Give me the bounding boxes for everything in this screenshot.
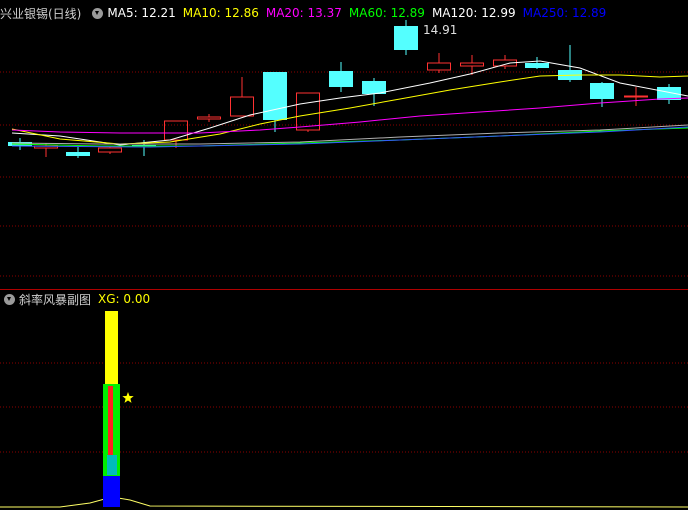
chevron-down-icon[interactable] bbox=[4, 293, 15, 305]
subchart-header: 斜率风暴副图 XG: 0.00 bbox=[0, 291, 157, 307]
chevron-down-icon[interactable] bbox=[92, 7, 104, 19]
ma250-label: MA250: 12.89 bbox=[522, 6, 607, 20]
blue-bar bbox=[103, 476, 120, 507]
high-price-label: 14.91 bbox=[423, 23, 458, 37]
ma5-label: MA5: 12.21 bbox=[107, 6, 176, 20]
stock-title: 兴业银锡(日线) bbox=[0, 6, 82, 21]
ma20-label: MA20: 13.37 bbox=[265, 6, 342, 20]
xg-label: XG: 0.00 bbox=[98, 292, 151, 306]
ma60-label: MA60: 12.89 bbox=[348, 6, 425, 20]
main-chart-header: 兴业银锡(日线) MA5: 12.21 MA10: 12.86 MA20: 13… bbox=[0, 5, 613, 21]
cyan-bar bbox=[107, 455, 117, 475]
subchart-title: 斜率风暴副图 bbox=[19, 292, 92, 307]
star-icon bbox=[122, 392, 134, 403]
red-bar bbox=[108, 386, 113, 456]
ma10-label: MA10: 12.86 bbox=[182, 6, 259, 20]
indicator-subchart bbox=[0, 311, 688, 508]
ma120-label: MA120: 12.99 bbox=[431, 6, 516, 20]
